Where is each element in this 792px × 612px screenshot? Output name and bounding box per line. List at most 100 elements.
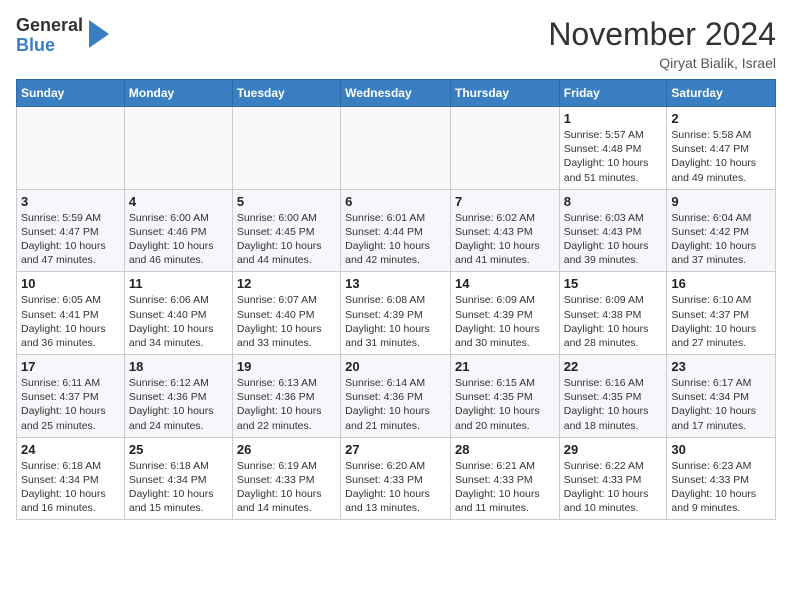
weekday-header-saturday: Saturday — [667, 80, 776, 107]
day-info: Sunrise: 5:58 AM Sunset: 4:47 PM Dayligh… — [671, 128, 771, 185]
day-number: 4 — [129, 194, 228, 209]
day-number: 23 — [671, 359, 771, 374]
day-number: 30 — [671, 442, 771, 457]
calendar-cell: 18 Sunrise: 6:12 AM Sunset: 4:36 PM Dayli… — [124, 355, 232, 438]
day-number: 24 — [21, 442, 120, 457]
day-number: 2 — [671, 111, 771, 126]
day-info: Sunrise: 6:18 AM Sunset: 4:34 PM Dayligh… — [129, 459, 228, 516]
day-number: 25 — [129, 442, 228, 457]
week-row-2: 3 Sunrise: 5:59 AM Sunset: 4:47 PM Daylig… — [17, 189, 776, 272]
day-info: Sunrise: 6:17 AM Sunset: 4:34 PM Dayligh… — [671, 376, 771, 433]
day-info: Sunrise: 5:59 AM Sunset: 4:47 PM Dayligh… — [21, 211, 120, 268]
day-info: Sunrise: 6:05 AM Sunset: 4:41 PM Dayligh… — [21, 293, 120, 350]
calendar-cell: 25 Sunrise: 6:18 AM Sunset: 4:34 PM Dayli… — [124, 437, 232, 520]
calendar-cell: 12 Sunrise: 6:07 AM Sunset: 4:40 PM Dayli… — [232, 272, 340, 355]
calendar-cell: 28Sunrise: 6:21 AM Sunset: 4:33 PM Dayli… — [450, 437, 559, 520]
calendar-cell: 29Sunrise: 6:22 AM Sunset: 4:33 PM Dayli… — [559, 437, 667, 520]
calendar-cell — [124, 107, 232, 190]
calendar-cell: 6 Sunrise: 6:01 AM Sunset: 4:44 PM Daylig… — [341, 189, 451, 272]
calendar-cell: 4 Sunrise: 6:00 AM Sunset: 4:46 PM Daylig… — [124, 189, 232, 272]
calendar-cell: 16 Sunrise: 6:10 AM Sunset: 4:37 PM Dayli… — [667, 272, 776, 355]
calendar-cell: 5 Sunrise: 6:00 AM Sunset: 4:45 PM Daylig… — [232, 189, 340, 272]
day-number: 21 — [455, 359, 555, 374]
day-info: Sunrise: 6:11 AM Sunset: 4:37 PM Dayligh… — [21, 376, 120, 433]
calendar-cell — [232, 107, 340, 190]
day-info: Sunrise: 6:03 AM Sunset: 4:43 PM Dayligh… — [564, 211, 663, 268]
weekday-header-row: SundayMondayTuesdayWednesdayThursdayFrid… — [17, 80, 776, 107]
logo-general: General — [16, 16, 83, 36]
calendar-cell: 9 Sunrise: 6:04 AM Sunset: 4:42 PM Daylig… — [667, 189, 776, 272]
calendar-cell: 17Sunrise: 6:11 AM Sunset: 4:37 PM Dayli… — [17, 355, 125, 438]
calendar-cell: 8 Sunrise: 6:03 AM Sunset: 4:43 PM Daylig… — [559, 189, 667, 272]
day-info: Sunrise: 6:09 AM Sunset: 4:38 PM Dayligh… — [564, 293, 663, 350]
calendar-cell: 27Sunrise: 6:20 AM Sunset: 4:33 PM Dayli… — [341, 437, 451, 520]
weekday-header-tuesday: Tuesday — [232, 80, 340, 107]
day-number: 18 — [129, 359, 228, 374]
day-number: 1 — [564, 111, 663, 126]
calendar-cell — [341, 107, 451, 190]
calendar-cell: 23 Sunrise: 6:17 AM Sunset: 4:34 PM Dayli… — [667, 355, 776, 438]
calendar-cell: 13Sunrise: 6:08 AM Sunset: 4:39 PM Dayli… — [341, 272, 451, 355]
day-number: 15 — [564, 276, 663, 291]
day-number: 26 — [237, 442, 336, 457]
day-info: Sunrise: 6:00 AM Sunset: 4:46 PM Dayligh… — [129, 211, 228, 268]
week-row-3: 10 Sunrise: 6:05 AM Sunset: 4:41 PM Dayli… — [17, 272, 776, 355]
header: General Blue November 2024 Qiryat Bialik… — [16, 16, 776, 71]
day-number: 7 — [455, 194, 555, 209]
calendar-cell: 7Sunrise: 6:02 AM Sunset: 4:43 PM Daylig… — [450, 189, 559, 272]
calendar-cell: 15 Sunrise: 6:09 AM Sunset: 4:38 PM Dayli… — [559, 272, 667, 355]
calendar-cell: 26Sunrise: 6:19 AM Sunset: 4:33 PM Dayli… — [232, 437, 340, 520]
page: General Blue November 2024 Qiryat Bialik… — [0, 0, 792, 536]
day-info: Sunrise: 6:00 AM Sunset: 4:45 PM Dayligh… — [237, 211, 336, 268]
day-number: 12 — [237, 276, 336, 291]
day-info: Sunrise: 6:15 AM Sunset: 4:35 PM Dayligh… — [455, 376, 555, 433]
day-number: 10 — [21, 276, 120, 291]
calendar-cell: 24 Sunrise: 6:18 AM Sunset: 4:34 PM Dayli… — [17, 437, 125, 520]
day-number: 3 — [21, 194, 120, 209]
day-number: 9 — [671, 194, 771, 209]
day-info: Sunrise: 5:57 AM Sunset: 4:48 PM Dayligh… — [564, 128, 663, 185]
calendar-cell: 2 Sunrise: 5:58 AM Sunset: 4:47 PM Daylig… — [667, 107, 776, 190]
day-number: 8 — [564, 194, 663, 209]
day-info: Sunrise: 6:12 AM Sunset: 4:36 PM Dayligh… — [129, 376, 228, 433]
calendar-cell: 19 Sunrise: 6:13 AM Sunset: 4:36 PM Dayli… — [232, 355, 340, 438]
location: Qiryat Bialik, Israel — [548, 55, 776, 71]
logo: General Blue — [16, 16, 109, 56]
week-row-5: 24 Sunrise: 6:18 AM Sunset: 4:34 PM Dayli… — [17, 437, 776, 520]
calendar-cell: 11Sunrise: 6:06 AM Sunset: 4:40 PM Dayli… — [124, 272, 232, 355]
day-number: 5 — [237, 194, 336, 209]
calendar-cell: 1 Sunrise: 5:57 AM Sunset: 4:48 PM Daylig… — [559, 107, 667, 190]
day-number: 28 — [455, 442, 555, 457]
day-info: Sunrise: 6:04 AM Sunset: 4:42 PM Dayligh… — [671, 211, 771, 268]
weekday-header-sunday: Sunday — [17, 80, 125, 107]
day-number: 19 — [237, 359, 336, 374]
weekday-header-monday: Monday — [124, 80, 232, 107]
calendar-cell: 3 Sunrise: 5:59 AM Sunset: 4:47 PM Daylig… — [17, 189, 125, 272]
day-info: Sunrise: 6:10 AM Sunset: 4:37 PM Dayligh… — [671, 293, 771, 350]
day-number: 16 — [671, 276, 771, 291]
day-info: Sunrise: 6:22 AM Sunset: 4:33 PM Dayligh… — [564, 459, 663, 516]
calendar: SundayMondayTuesdayWednesdayThursdayFrid… — [16, 79, 776, 520]
logo-icon — [87, 20, 109, 53]
day-info: Sunrise: 6:14 AM Sunset: 4:36 PM Dayligh… — [345, 376, 446, 433]
day-info: Sunrise: 6:18 AM Sunset: 4:34 PM Dayligh… — [21, 459, 120, 516]
day-number: 13 — [345, 276, 446, 291]
day-info: Sunrise: 6:20 AM Sunset: 4:33 PM Dayligh… — [345, 459, 446, 516]
title-block: November 2024 Qiryat Bialik, Israel — [548, 16, 776, 71]
day-info: Sunrise: 6:01 AM Sunset: 4:44 PM Dayligh… — [345, 211, 446, 268]
month-title: November 2024 — [548, 16, 776, 53]
calendar-cell — [17, 107, 125, 190]
day-number: 6 — [345, 194, 446, 209]
day-info: Sunrise: 6:23 AM Sunset: 4:33 PM Dayligh… — [671, 459, 771, 516]
day-number: 20 — [345, 359, 446, 374]
calendar-cell: 30 Sunrise: 6:23 AM Sunset: 4:33 PM Dayli… — [667, 437, 776, 520]
day-number: 14 — [455, 276, 555, 291]
weekday-header-friday: Friday — [559, 80, 667, 107]
calendar-cell — [450, 107, 559, 190]
day-info: Sunrise: 6:13 AM Sunset: 4:36 PM Dayligh… — [237, 376, 336, 433]
calendar-cell: 10 Sunrise: 6:05 AM Sunset: 4:41 PM Dayli… — [17, 272, 125, 355]
day-info: Sunrise: 6:07 AM Sunset: 4:40 PM Dayligh… — [237, 293, 336, 350]
logo-blue: Blue — [16, 36, 83, 56]
day-info: Sunrise: 6:16 AM Sunset: 4:35 PM Dayligh… — [564, 376, 663, 433]
week-row-4: 17Sunrise: 6:11 AM Sunset: 4:37 PM Dayli… — [17, 355, 776, 438]
